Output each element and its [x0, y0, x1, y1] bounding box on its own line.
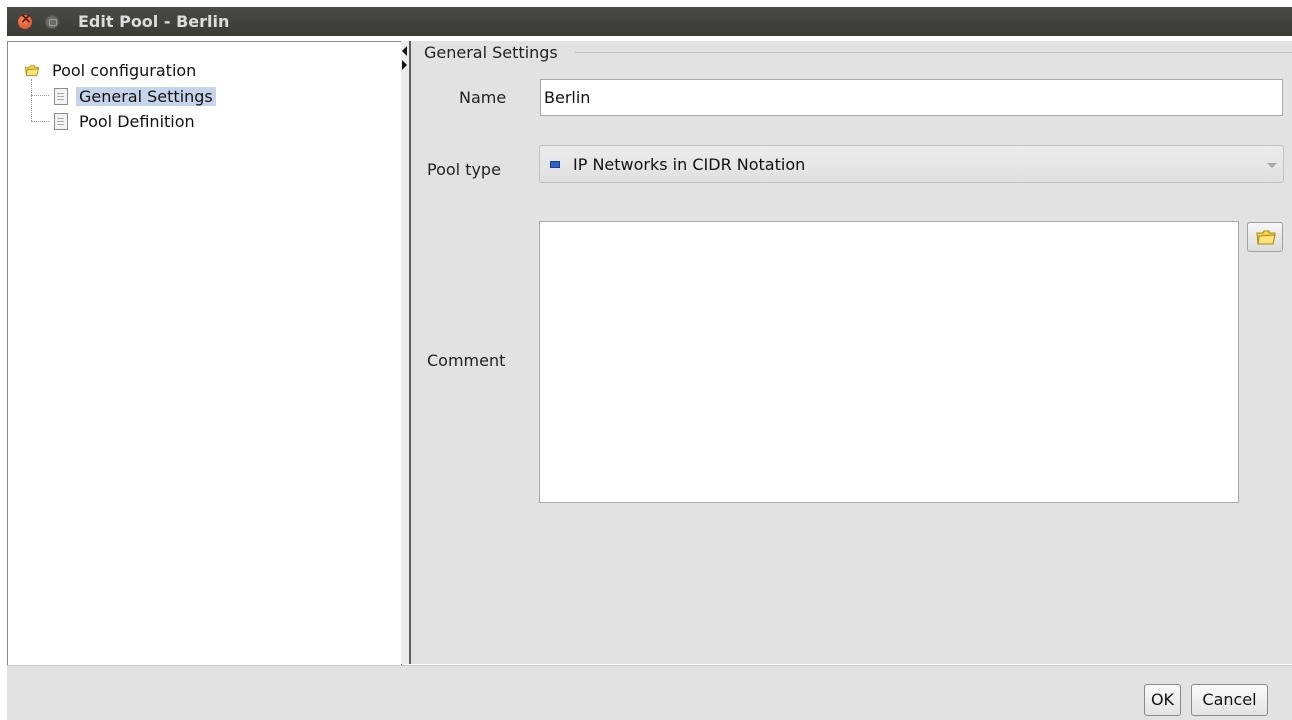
tree-item-pool-definition[interactable]: Pool Definition — [54, 110, 198, 132]
tree-item-label: General Settings — [76, 86, 216, 106]
cancel-button[interactable]: Cancel — [1191, 684, 1268, 716]
tree-root-pool-configuration[interactable]: Pool configuration — [24, 59, 199, 81]
close-window-icon[interactable] — [18, 11, 32, 29]
pool-type-label: Pool type — [427, 160, 501, 179]
open-file-button[interactable] — [1247, 222, 1283, 252]
navigation-tree — [7, 41, 402, 666]
window-title: Edit Pool - Berlin — [78, 12, 230, 31]
tree-connector — [31, 121, 49, 122]
dialog-button-bar — [7, 665, 1292, 720]
pool-type-value: IP Networks in CIDR Notation — [573, 155, 806, 174]
title-bar: Edit Pool - Berlin — [7, 7, 1292, 36]
document-icon — [54, 87, 68, 105]
name-input[interactable] — [540, 79, 1283, 116]
comment-label: Comment — [427, 351, 506, 370]
tree-item-label: Pool Definition — [79, 111, 195, 131]
collapse-left-arrow-icon[interactable] — [402, 46, 407, 56]
chevron-down-icon — [1267, 163, 1277, 168]
ok-button[interactable]: OK — [1144, 684, 1181, 716]
folder-icon — [1256, 230, 1276, 245]
minimize-window-icon[interactable] — [45, 15, 59, 29]
folder-icon — [25, 64, 40, 76]
document-icon — [54, 112, 68, 130]
pool-type-select[interactable]: IP Networks in CIDR Notation — [539, 145, 1284, 183]
tree-connector — [31, 95, 49, 96]
tree-connector — [31, 79, 32, 121]
network-type-icon — [550, 161, 560, 168]
tree-item-general-settings[interactable]: General Settings — [54, 85, 216, 107]
group-title: General Settings — [422, 43, 560, 62]
tree-root-label: Pool configuration — [52, 60, 197, 80]
comment-textarea[interactable] — [539, 221, 1239, 503]
group-border — [575, 52, 1292, 53]
expand-right-arrow-icon[interactable] — [402, 60, 407, 70]
name-label: Name — [459, 88, 507, 107]
